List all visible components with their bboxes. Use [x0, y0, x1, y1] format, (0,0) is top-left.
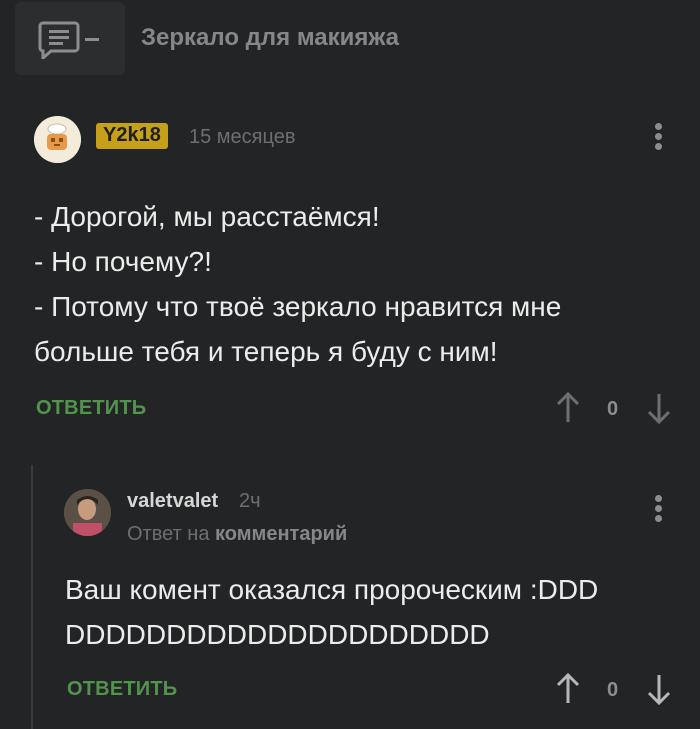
reply-button[interactable]: ОТВЕТИТЬ	[67, 678, 177, 701]
comment-time: 2ч	[239, 490, 261, 512]
post-title[interactable]: Зеркало для макияжа	[141, 24, 399, 52]
upvote-icon[interactable]	[556, 392, 580, 424]
downvote-icon[interactable]	[647, 392, 671, 424]
avatar-image	[64, 489, 111, 536]
reply-button[interactable]: ОТВЕТИТЬ	[36, 397, 146, 420]
comment-text: Ваш комент оказался пророческим :DDD DDD…	[65, 574, 599, 650]
comment-icon	[38, 21, 99, 59]
avatar[interactable]	[64, 489, 111, 536]
upvote-icon[interactable]	[556, 673, 580, 705]
avatar[interactable]	[34, 116, 81, 163]
avatar-image	[34, 116, 81, 163]
vote-count: 0	[607, 679, 619, 701]
author-name[interactable]: valetvalet	[127, 490, 218, 513]
author-name[interactable]: Y2k18	[96, 123, 168, 149]
post-comments-badge[interactable]	[15, 2, 125, 75]
more-options-icon[interactable]	[653, 123, 663, 153]
comment-text: - Дорогой, мы расстаёмся! - Но почему?! …	[34, 201, 562, 367]
comment-time: 15 месяцев	[189, 126, 296, 148]
more-options-icon[interactable]	[653, 495, 663, 525]
reply-to-prefix: Ответ на	[127, 523, 210, 545]
thread-line[interactable]	[31, 465, 33, 729]
vote-count: 0	[607, 398, 619, 420]
reply-to-link[interactable]: Ответ на комментарий	[127, 523, 347, 546]
downvote-icon[interactable]	[647, 673, 671, 705]
reply-to-target[interactable]: комментарий	[215, 523, 347, 545]
